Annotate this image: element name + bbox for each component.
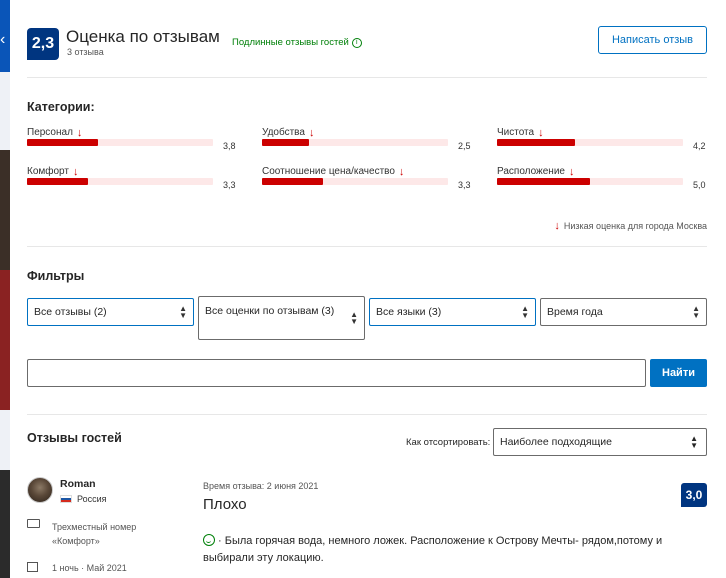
arrow-down-icon: ↓	[72, 165, 79, 178]
category-value: 3,3	[223, 180, 236, 190]
verified-label: Подлинные отзывы гостей	[232, 37, 349, 48]
background-page-strip: ‹	[0, 0, 10, 578]
score-bar-track	[497, 178, 683, 185]
select-arrows-icon: ▲ ▼	[521, 304, 529, 320]
stay-info: 1 ночь · Май 2021	[52, 563, 127, 573]
select-value: Время года	[547, 306, 603, 318]
select-arrows-icon: ▲ ▼	[692, 304, 700, 320]
divider	[27, 77, 707, 78]
review-score-badge: 3,0	[681, 483, 707, 507]
write-review-button[interactable]: Написать отзыв	[598, 26, 707, 54]
category-label: Комфорт	[27, 166, 69, 177]
score-bar-track	[262, 178, 448, 185]
select-value: Все языки (3)	[376, 306, 442, 318]
divider	[27, 246, 707, 247]
review-count: 3 отзыва	[67, 47, 104, 57]
low-score-legend: ↓ Низкая оценка для города Москва	[554, 220, 707, 232]
score-bar-track	[497, 139, 683, 146]
category-value: 2,5	[458, 141, 471, 151]
score-bar-fill	[27, 139, 98, 146]
category-staff: Персонал ↓ 3,8	[27, 127, 239, 153]
arrow-down-icon: ↓	[308, 126, 315, 139]
review-date: Время отзыва: 2 июня 2021	[203, 481, 319, 491]
low-score-text: Низкая оценка для города Москва	[563, 221, 707, 231]
sort-label: Как отсортировать:	[406, 437, 491, 448]
category-comfort: Комфорт ↓ 3,3	[27, 166, 239, 192]
filters-heading: Фильтры	[27, 269, 85, 283]
category-value: 4,2	[693, 141, 706, 151]
calendar-icon	[27, 562, 38, 572]
reviews-title: Оценка по отзывам	[66, 27, 220, 46]
find-button[interactable]: Найти	[650, 359, 707, 387]
score-filter-select[interactable]: Все оценки по отзывам (3) ▲ ▼	[198, 296, 365, 340]
arrow-down-icon: ↓	[554, 220, 560, 232]
russia-flag-icon	[60, 495, 72, 503]
category-value-for-money: Соотношение цена/качество ↓ 3,3	[262, 166, 474, 192]
overall-score-badge: 2,3	[27, 28, 59, 60]
select-arrows-icon: ▲ ▼	[690, 434, 698, 450]
arrow-down-icon: ↓	[398, 165, 405, 178]
category-label: Чистота	[497, 127, 535, 138]
reviewer-type-select[interactable]: Все отзывы (2) ▲ ▼	[27, 298, 194, 326]
bed-icon	[27, 519, 40, 528]
select-value: Наиболее подходящие	[500, 436, 612, 448]
review-title: Плохо	[203, 496, 247, 513]
score-bar-fill	[497, 139, 576, 146]
smile-icon	[203, 534, 215, 546]
category-cleanliness: Чистота ↓ 4,2	[497, 127, 709, 153]
categories-heading: Категории:	[27, 100, 95, 114]
category-value: 3,3	[458, 180, 471, 190]
category-label: Удобства	[262, 127, 305, 138]
category-value: 3,8	[223, 141, 236, 151]
score-bar-fill	[497, 178, 590, 185]
divider	[27, 414, 707, 415]
reviewer-name: Roman	[60, 478, 96, 490]
review-search-input[interactable]	[27, 359, 646, 387]
reviews-panel: 2,3 Оценка по отзывам 3 отзыва Подлинные…	[10, 0, 726, 578]
score-bar-track	[27, 178, 213, 185]
category-label: Персонал	[27, 127, 73, 138]
info-icon[interactable]: i	[351, 37, 362, 48]
verified-reviews-note[interactable]: Подлинные отзывы гостей i	[232, 37, 362, 48]
reviewer-country: Россия	[60, 494, 107, 504]
category-location: Расположение ↓ 5,0	[497, 166, 709, 192]
arrow-down-icon: ↓	[538, 126, 544, 139]
chevron-left-icon[interactable]: ‹	[0, 32, 5, 48]
select-value: Все отзывы (2)	[34, 306, 107, 318]
select-arrows-icon: ▲ ▼	[350, 310, 358, 326]
score-bar-track	[27, 139, 213, 146]
language-select[interactable]: Все языки (3) ▲ ▼	[369, 298, 536, 326]
category-facilities: Удобства ↓ 2,5	[262, 127, 474, 153]
sort-select[interactable]: Наиболее подходящие ▲ ▼	[493, 428, 707, 456]
arrow-down-icon: ↓	[568, 165, 575, 178]
avatar	[27, 477, 53, 503]
review-positive-text: · Была горячая вода, немного ложек. Расп…	[203, 535, 663, 564]
score-bar-fill	[262, 178, 324, 185]
select-arrows-icon: ▲ ▼	[179, 304, 187, 320]
score-bar-fill	[262, 139, 309, 146]
season-select[interactable]: Время года ▲ ▼	[540, 298, 707, 326]
category-label: Соотношение цена/качество	[262, 166, 395, 177]
review-text: · Была горячая вода, немного ложек. Расп…	[203, 533, 683, 567]
category-value: 5,0	[693, 180, 706, 190]
category-label: Расположение	[497, 166, 565, 177]
guest-reviews-heading: Отзывы гостей	[27, 431, 122, 445]
score-bar-track	[262, 139, 448, 146]
room-type: Трехместный номер «Комфорт»	[52, 522, 137, 546]
score-bar-fill	[27, 178, 89, 185]
select-value: Все оценки по отзывам (3)	[205, 305, 335, 317]
country-name: Россия	[77, 494, 107, 504]
arrow-down-icon: ↓	[76, 126, 83, 139]
